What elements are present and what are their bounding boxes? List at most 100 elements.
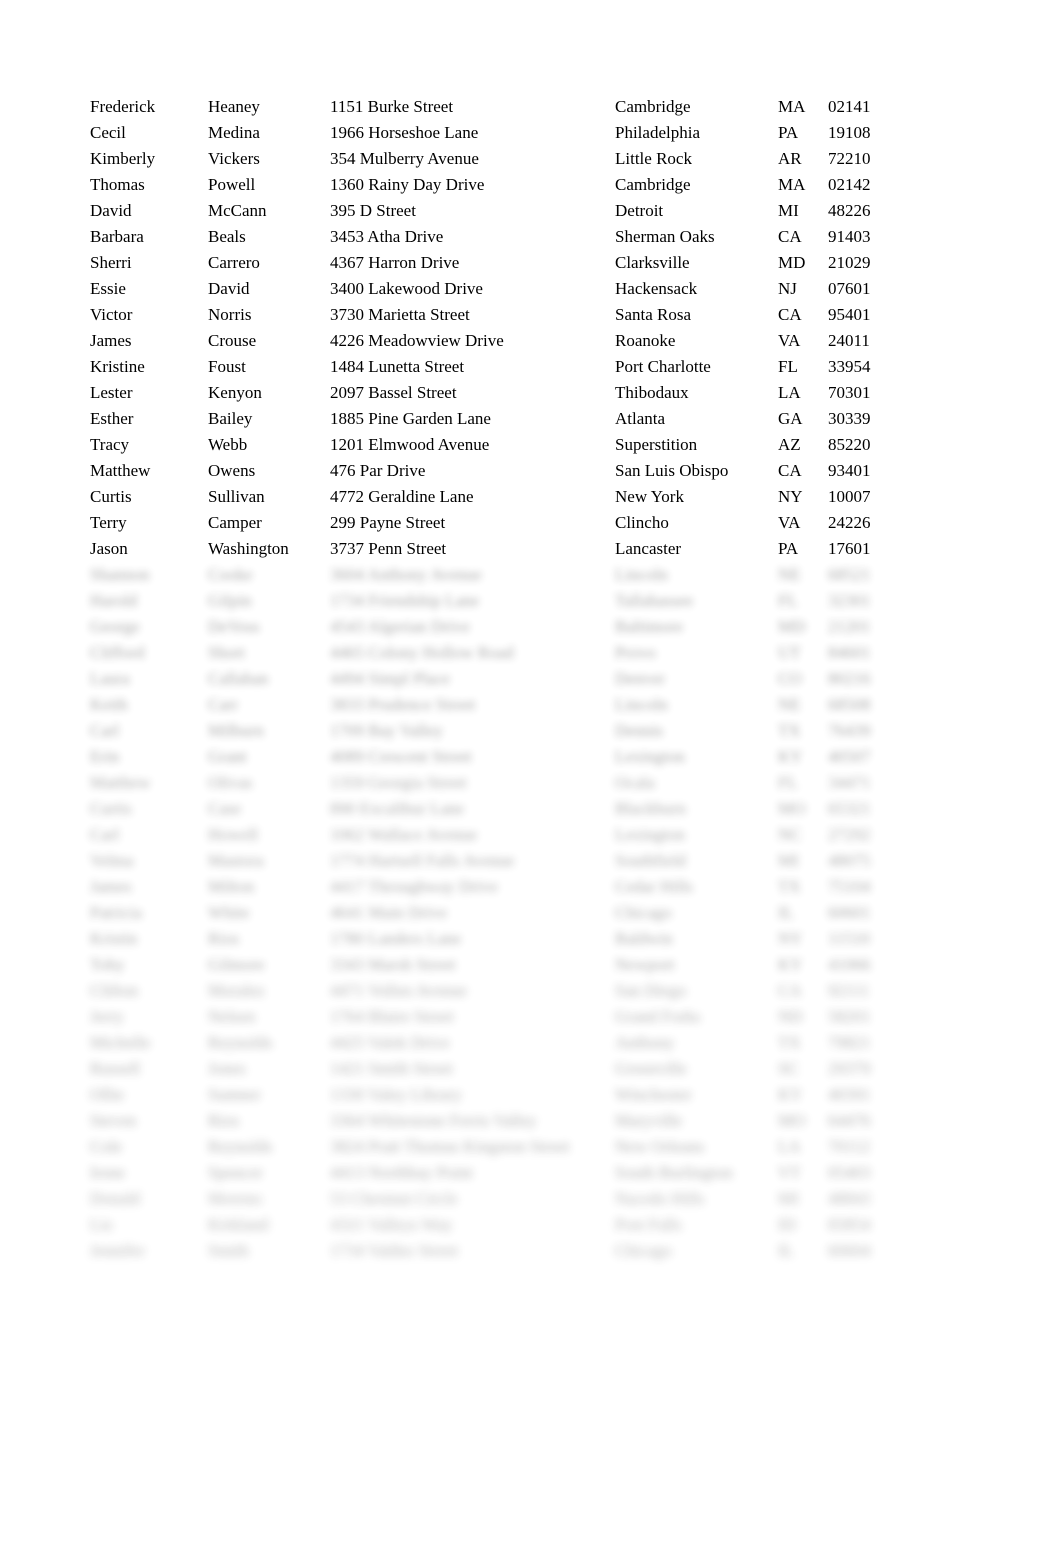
table-row-obscured: Matthew Olivas 1359 Georgia Street Ocala FL 3… (90, 770, 890, 796)
last-name-cell: Grant (208, 747, 247, 766)
zip-cell: 65321 (828, 799, 871, 818)
zip-cell: 07601 (828, 279, 871, 298)
table-row: Tracy Webb 1201 Elmwood Avenue Superstition… (90, 432, 890, 458)
last-name-cell: Kirkland (208, 1215, 269, 1234)
state-cell: PA (778, 123, 799, 142)
city-cell: Lexington (615, 747, 685, 766)
city-cell: Port Charlotte (615, 357, 711, 376)
table-row: Esther Bailey 1885 Pine Garden Lane Atlanta… (90, 406, 890, 432)
zip-cell: 91403 (828, 227, 871, 246)
table-row: Essie David 3400 Lakewood Drive Hackensack N… (90, 276, 890, 302)
city-cell: Provo (615, 643, 656, 662)
state-cell: MI (778, 201, 799, 220)
city-cell: Lincoln (615, 695, 668, 714)
first-name-cell: George (90, 617, 140, 636)
first-name-cell: Curtis (90, 799, 132, 818)
city-cell: Tallahassee (615, 591, 694, 610)
last-name-cell: Heaney (208, 97, 260, 116)
street-cell: 53 Chestnut Circle (330, 1189, 458, 1208)
last-name-cell: David (208, 279, 250, 298)
zip-cell: 64476 (828, 1111, 871, 1130)
table-row: Kristine Foust 1484 Lunetta Street Port Cha… (90, 354, 890, 380)
street-cell: 3824 Pratt Thomas Kingston Street (330, 1137, 570, 1156)
first-name-cell: Carl (90, 721, 120, 740)
state-cell: IL (778, 903, 795, 922)
city-cell: Lancaster (615, 539, 682, 558)
state-cell: MI (778, 1189, 799, 1208)
last-name-cell: Howell (208, 825, 259, 844)
state-cell: LA (778, 383, 801, 402)
street-cell: 1330 Valey Library (330, 1085, 462, 1104)
street-cell: 1421 Smith Street (330, 1059, 453, 1078)
zip-cell: 27292 (828, 825, 871, 844)
table-row: Curtis Sullivan 4772 Geraldine Lane New Yor… (90, 484, 890, 510)
state-cell: ND (778, 1007, 803, 1026)
city-cell: Maryville (615, 1111, 683, 1130)
zip-cell: 68521 (828, 565, 871, 584)
first-name-cell: Ollie (90, 1085, 124, 1104)
zip-cell: 70112 (828, 1137, 870, 1156)
zip-cell: 41066 (828, 955, 871, 974)
last-name-cell: Vickers (208, 149, 260, 168)
last-name-cell: Rios (208, 929, 240, 948)
state-cell: NY (778, 929, 803, 948)
state-cell: MD (778, 253, 806, 272)
zip-cell: 60601 (828, 903, 871, 922)
first-name-cell: Michelle (90, 1033, 151, 1052)
city-cell: New York (615, 487, 684, 506)
zip-cell: 76439 (828, 721, 871, 740)
city-cell: Baltimore (615, 617, 683, 636)
street-cell: 476 Par Drive (330, 461, 426, 480)
last-name-cell: DeVoss (208, 617, 260, 636)
zip-cell: 48226 (828, 201, 871, 220)
table-row-obscured: Laura Callahan 4494 Simpl Place Denver CO 802… (90, 666, 890, 692)
city-cell: Roanoke (615, 331, 676, 350)
table-row-obscured: George DeVoss 4543 Algerian Drive Baltimore… (90, 614, 890, 640)
street-cell: 1734 Valdez Street (330, 1241, 459, 1260)
last-name-cell: Cooke (208, 565, 253, 584)
table-row: Frederick Heaney 1151 Burke Street Cambridg… (90, 94, 890, 120)
first-name-cell: Cole (90, 1137, 123, 1156)
table-row-obscured: Patricia White 4641 Main Drive Chicago IL 606… (90, 900, 890, 926)
table-row: Terry Camper 299 Payne Street Clincho VA 2422… (90, 510, 890, 536)
table-row: Kimberly Vickers 354 Mulberry Avenue Little… (90, 146, 890, 172)
street-cell: 1201 Elmwood Avenue (330, 435, 490, 454)
city-cell: Greenville (615, 1059, 687, 1078)
city-cell: Lexington (615, 825, 685, 844)
table-row-obscured: Jerry Nelsen 1764 Blaire Street Grand Forks… (90, 1004, 890, 1030)
zip-cell: 33954 (828, 357, 871, 376)
last-name-cell: Moreno (208, 1189, 262, 1208)
table-row: Thomas Powell 1360 Rainy Day Drive Cambridg… (90, 172, 890, 198)
street-cell: 3737 Penn Street (330, 539, 447, 558)
city-cell: Superstition (615, 435, 698, 454)
city-cell: Clincho (615, 513, 669, 532)
last-name-cell: Beals (208, 227, 246, 246)
zip-cell: 34471 (828, 773, 871, 792)
state-cell: LA (778, 1137, 801, 1156)
last-name-cell: Short (208, 643, 245, 662)
state-cell: MO (778, 799, 806, 818)
last-name-cell: Spencer (208, 1163, 263, 1182)
zip-cell: 02142 (828, 175, 871, 194)
last-name-cell: Norris (208, 305, 252, 324)
city-cell: Baldwin (615, 929, 673, 948)
table-row-obscured: Ollie Sumner 1330 Valey Library Winchester K… (90, 1082, 890, 1108)
zip-cell: 60604 (828, 1241, 871, 1260)
street-cell: 395 D Street (330, 201, 416, 220)
state-cell: FL (778, 357, 798, 376)
street-cell: 890 Excalibur Lane (330, 799, 465, 818)
first-name-cell: Patricia (90, 903, 142, 922)
city-cell: San Luis Obispo (615, 461, 729, 480)
first-name-cell: Clifton (90, 981, 139, 1000)
state-cell: MA (778, 175, 806, 194)
first-name-cell: Matthew (90, 773, 151, 792)
city-cell: Ocala (615, 773, 655, 792)
zip-cell: 40391 (828, 1085, 871, 1104)
zip-cell: 72210 (828, 149, 871, 168)
street-cell: 4772 Geraldine Lane (330, 487, 474, 506)
table-row-obscured: James Milton 4417 Throughway Drive Cedar Hi… (90, 874, 890, 900)
city-cell: Cedar Hills (615, 877, 693, 896)
state-cell: CA (778, 305, 802, 324)
state-cell: CO (778, 669, 802, 688)
last-name-cell: Moralez (208, 981, 265, 1000)
